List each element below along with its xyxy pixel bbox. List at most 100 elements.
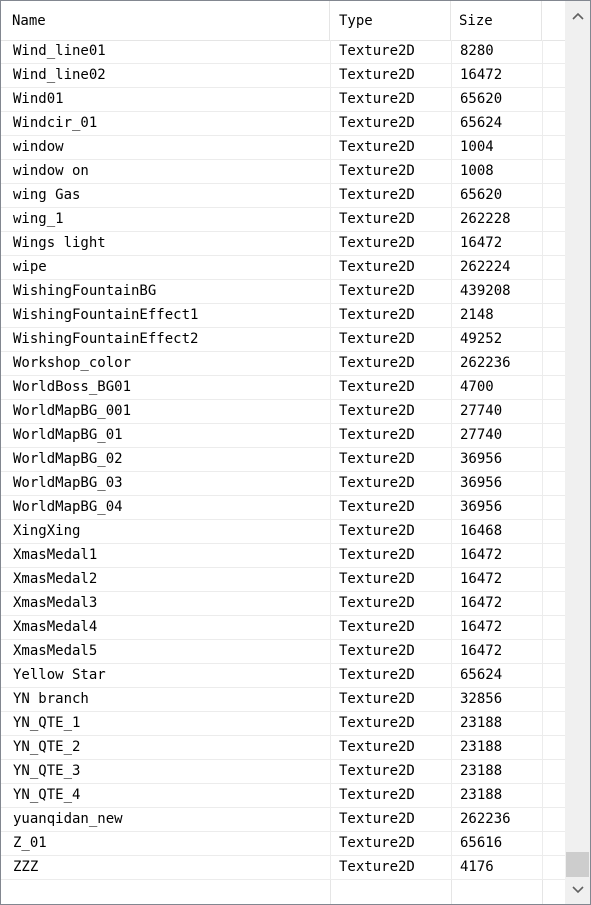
column-divider	[542, 808, 543, 832]
column-divider	[542, 88, 543, 112]
cell-size: 49252	[460, 331, 503, 347]
column-divider	[330, 304, 331, 328]
table-row[interactable]: Yellow Star Texture2D 65624	[1, 664, 565, 688]
column-divider	[542, 568, 543, 592]
column-divider	[330, 664, 331, 688]
cell-name: XmasMedal2	[13, 571, 98, 587]
table-row[interactable]: Workshop_color Texture2D 262236	[1, 352, 565, 376]
table-row[interactable]: Wind_line01 Texture2D 8280	[1, 40, 565, 64]
cell-size: 27740	[460, 403, 503, 419]
cell-type: Texture2D	[339, 499, 415, 515]
table-row[interactable]: window Texture2D 1004	[1, 136, 565, 160]
column-divider	[542, 40, 543, 64]
column-divider	[542, 448, 543, 472]
column-divider	[451, 328, 452, 352]
cell-type: Texture2D	[339, 835, 415, 851]
table-row[interactable]: window on Texture2D 1008	[1, 160, 565, 184]
column-divider	[542, 784, 543, 808]
asset-list-view[interactable]: Name Type Size Wind_line01 Texture2D 8280 W…	[0, 0, 591, 905]
column-divider	[542, 856, 543, 880]
cell-type: Texture2D	[339, 139, 415, 155]
column-divider	[330, 400, 331, 424]
table-row[interactable]: WorldMapBG_03 Texture2D 36956	[1, 472, 565, 496]
table-row[interactable]: YN_QTE_4 Texture2D 23188	[1, 784, 565, 808]
table-row[interactable]: Wind_line02 Texture2D 16472	[1, 64, 565, 88]
table-row[interactable]: Windcir_01 Texture2D 65624	[1, 112, 565, 136]
cell-name: WishingFountainEffect1	[13, 307, 199, 323]
table-row[interactable]: WishingFountainBG Texture2D 439208	[1, 280, 565, 304]
column-divider	[330, 160, 331, 184]
cell-size: 16472	[460, 571, 503, 587]
cell-type: Texture2D	[339, 235, 415, 251]
table-row[interactable]: WorldMapBG_001 Texture2D 27740	[1, 400, 565, 424]
cell-type: Texture2D	[339, 91, 415, 107]
column-divider	[451, 304, 452, 328]
table-row[interactable]: XmasMedal5 Texture2D 16472	[1, 640, 565, 664]
table-row[interactable]: WishingFountainEffect2 Texture2D 49252	[1, 328, 565, 352]
column-divider	[542, 64, 543, 88]
column-divider	[330, 208, 331, 232]
cell-name: Wings light	[13, 235, 106, 251]
column-header-size[interactable]: Size	[451, 1, 542, 40]
cell-size: 8280	[460, 43, 494, 59]
cell-name: Wind_line02	[13, 67, 106, 83]
table-row[interactable]: XmasMedal3 Texture2D 16472	[1, 592, 565, 616]
column-divider	[451, 616, 452, 640]
cell-type: Texture2D	[339, 307, 415, 323]
cell-size: 2148	[460, 307, 494, 323]
table-row[interactable]: XmasMedal1 Texture2D 16472	[1, 544, 565, 568]
chevron-up-icon[interactable]	[565, 3, 590, 28]
cell-size: 16472	[460, 619, 503, 635]
cell-size: 23188	[460, 715, 503, 731]
column-divider	[542, 664, 543, 688]
table-row[interactable]: Wind01 Texture2D 65620	[1, 88, 565, 112]
table-row[interactable]: XingXing Texture2D 16468	[1, 520, 565, 544]
column-divider	[330, 136, 331, 160]
table-row[interactable]: YN_QTE_2 Texture2D 23188	[1, 736, 565, 760]
cell-type: Texture2D	[339, 787, 415, 803]
cell-size: 16472	[460, 547, 503, 563]
table-row[interactable]: WorldBoss_BG01 Texture2D 4700	[1, 376, 565, 400]
cell-type: Texture2D	[339, 715, 415, 731]
table-row[interactable]: WorldMapBG_01 Texture2D 27740	[1, 424, 565, 448]
column-divider	[330, 592, 331, 616]
column-divider	[451, 136, 452, 160]
column-divider	[330, 184, 331, 208]
column-divider	[542, 304, 543, 328]
column-divider	[451, 784, 452, 808]
column-divider	[542, 688, 543, 712]
table-row[interactable]: Wings light Texture2D 16472	[1, 232, 565, 256]
cell-size: 4700	[460, 379, 494, 395]
cell-size: 16472	[460, 67, 503, 83]
column-divider	[330, 328, 331, 352]
column-divider	[451, 640, 452, 664]
chevron-down-icon[interactable]	[565, 877, 590, 902]
column-divider	[330, 88, 331, 112]
column-header-name[interactable]: Name	[1, 1, 330, 40]
column-divider	[451, 424, 452, 448]
table-row[interactable]: Z_01 Texture2D 65616	[1, 832, 565, 856]
table-row[interactable]: WorldMapBG_02 Texture2D 36956	[1, 448, 565, 472]
table-row[interactable]: wipe Texture2D 262224	[1, 256, 565, 280]
scrollbar-thumb[interactable]	[566, 852, 589, 877]
column-divider	[451, 712, 452, 736]
table-row[interactable]: WorldMapBG_04 Texture2D 36956	[1, 496, 565, 520]
table-row[interactable]: wing_1 Texture2D 262228	[1, 208, 565, 232]
cell-name: WorldMapBG_001	[13, 403, 132, 419]
vertical-scrollbar[interactable]	[565, 1, 590, 904]
table-row[interactable]: WishingFountainEffect1 Texture2D 2148	[1, 304, 565, 328]
cell-size: 262228	[460, 211, 511, 227]
column-header-type[interactable]: Type	[330, 1, 451, 40]
cell-type: Texture2D	[339, 739, 415, 755]
table-row[interactable]: XmasMedal4 Texture2D 16472	[1, 616, 565, 640]
column-divider	[542, 832, 543, 856]
table-row[interactable]: YN_QTE_3 Texture2D 23188	[1, 760, 565, 784]
table-row[interactable]: XmasMedal2 Texture2D 16472	[1, 568, 565, 592]
column-divider	[451, 592, 452, 616]
table-row[interactable]: wing Gas Texture2D 65620	[1, 184, 565, 208]
cell-name: WorldMapBG_04	[13, 499, 123, 515]
table-row[interactable]: ZZZ Texture2D 4176	[1, 856, 565, 880]
table-row[interactable]: YN_QTE_1 Texture2D 23188	[1, 712, 565, 736]
table-row[interactable]: yuanqidan_new Texture2D 262236	[1, 808, 565, 832]
table-row[interactable]: YN branch Texture2D 32856	[1, 688, 565, 712]
